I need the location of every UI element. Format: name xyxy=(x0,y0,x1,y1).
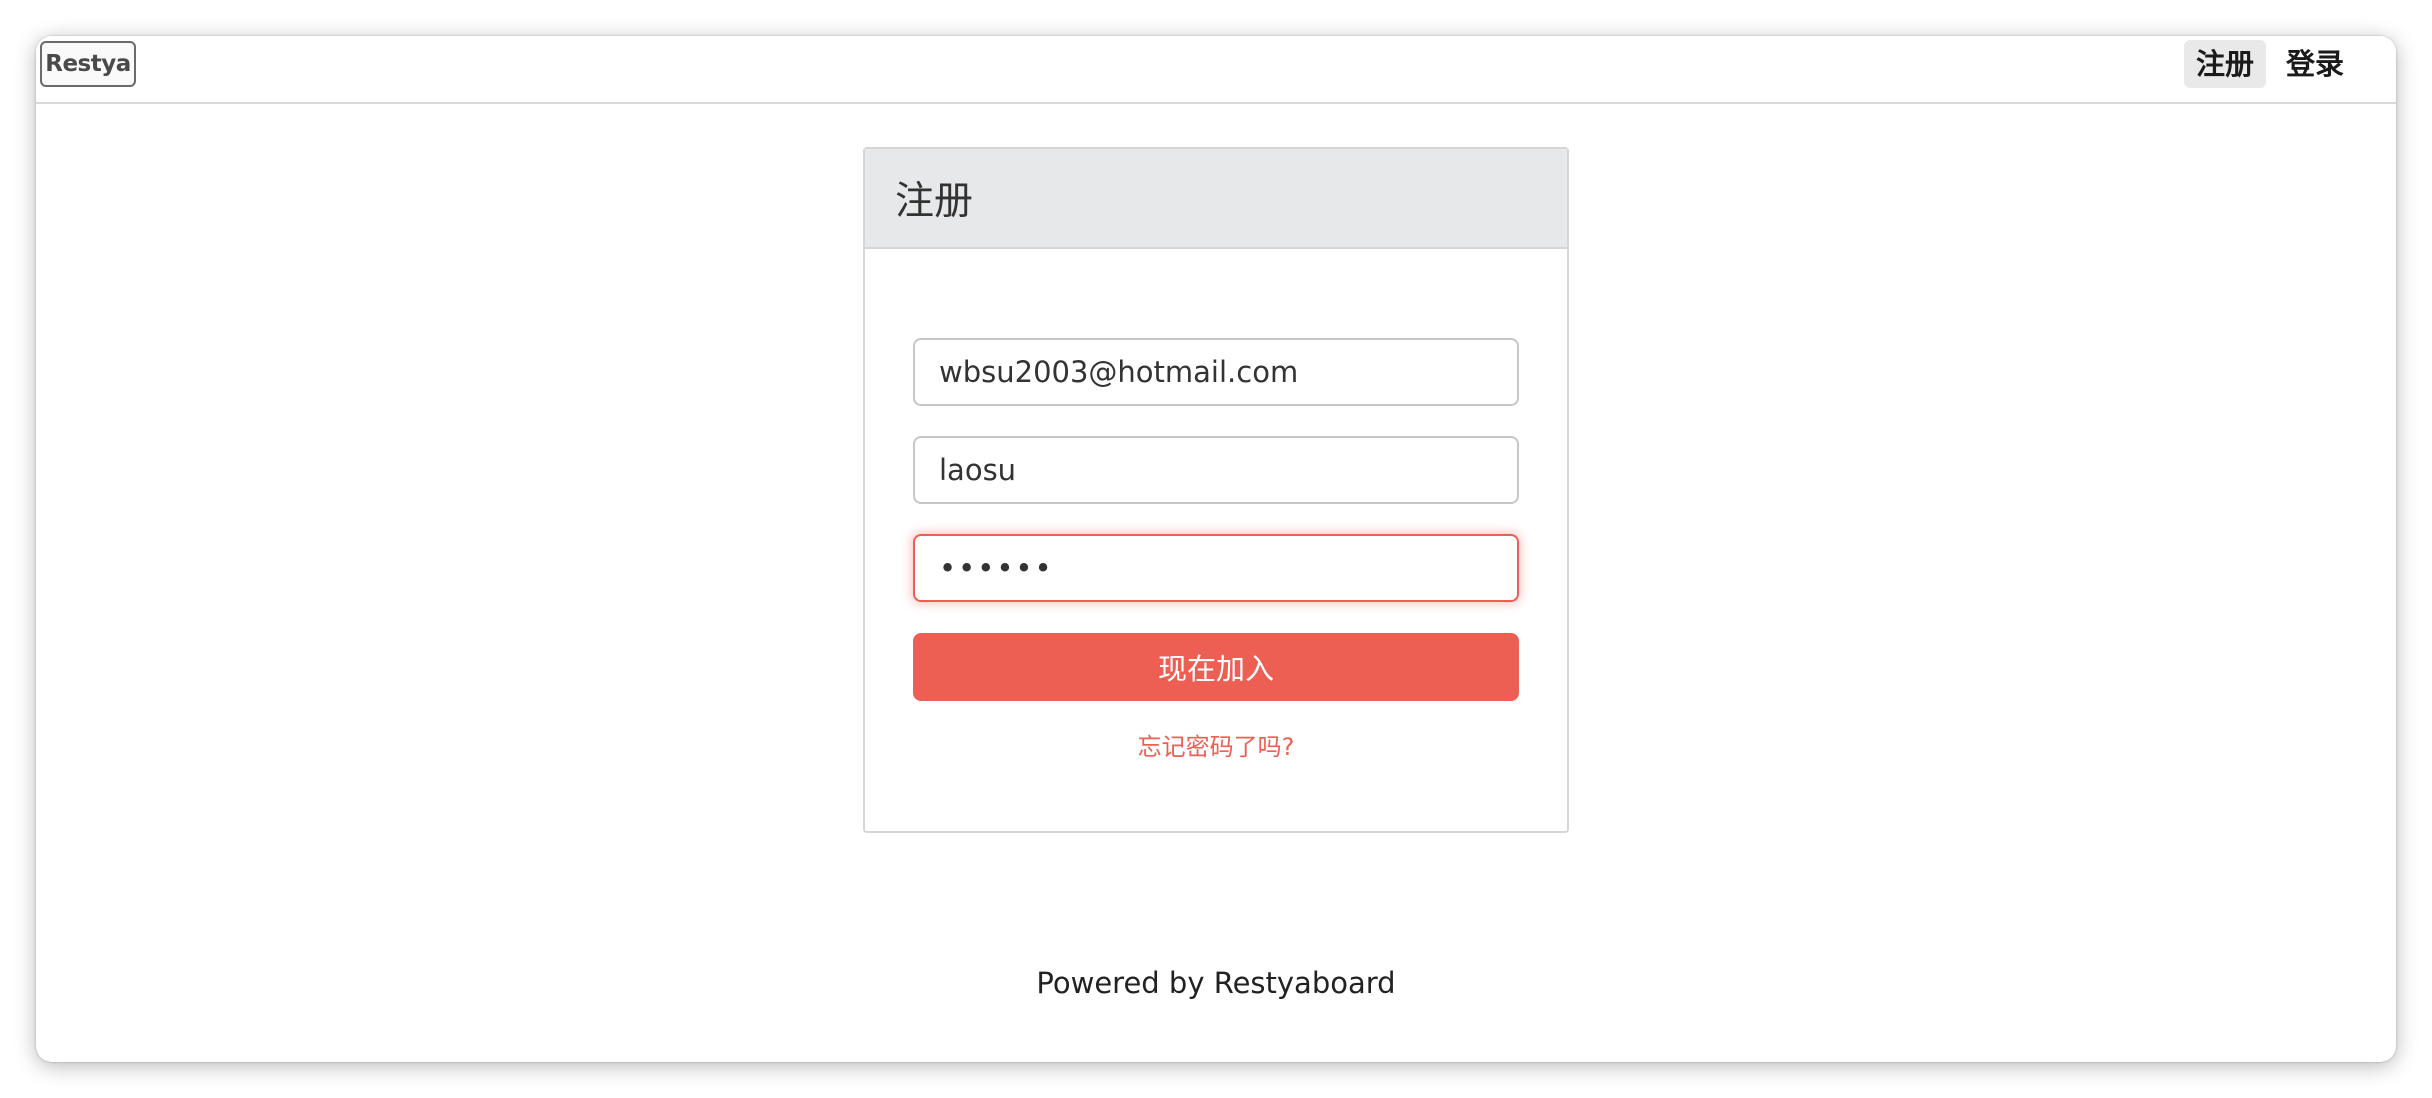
username-field[interactable] xyxy=(913,436,1519,504)
restya-logo[interactable]: Restya xyxy=(40,41,136,87)
top-navbar: Restya 注册 登录 xyxy=(36,36,2396,104)
register-card: 注册 现在加入 忘记密码了吗? xyxy=(863,147,1569,833)
card-header: 注册 xyxy=(865,149,1567,249)
nav-links: 注册 登录 xyxy=(2183,40,2356,88)
nav-register-link[interactable]: 注册 xyxy=(2183,40,2266,88)
logo-text: Restya xyxy=(45,51,131,77)
nav-login-link[interactable]: 登录 xyxy=(2274,40,2356,88)
powered-by-footer: Powered by Restyaboard xyxy=(1036,966,1396,1000)
password-field[interactable] xyxy=(913,534,1519,602)
browser-window: Restya 注册 登录 注册 现在加入 忘记密码了吗? Powered by … xyxy=(36,36,2396,1062)
join-now-button[interactable]: 现在加入 xyxy=(913,633,1519,701)
email-field[interactable] xyxy=(913,338,1519,406)
card-title: 注册 xyxy=(895,179,974,224)
forgot-password-link[interactable]: 忘记密码了吗? xyxy=(865,727,1567,762)
